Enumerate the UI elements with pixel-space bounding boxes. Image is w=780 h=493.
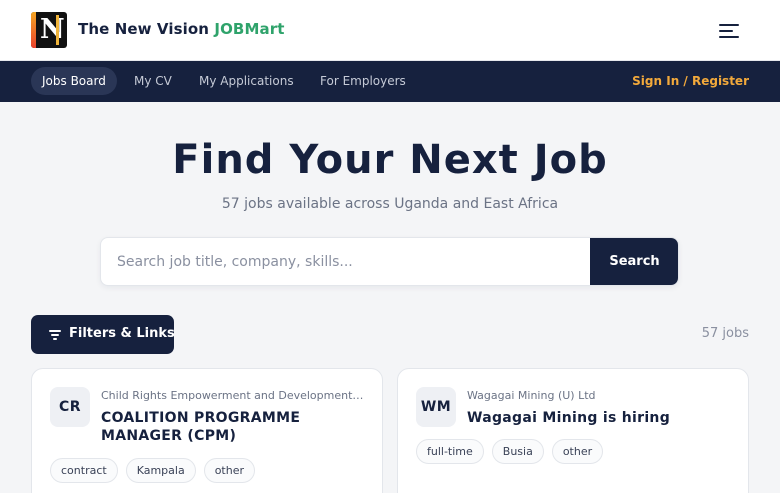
company-name: Child Rights Empowerment and Development…: [101, 389, 365, 402]
filter-lines-icon: [49, 329, 61, 340]
top-bar: N The New Vision JOBMart: [0, 0, 780, 61]
nav-item-for-employers[interactable]: For Employers: [309, 67, 417, 95]
brand-name-accent: JOBMart: [214, 20, 285, 38]
logo-color-stripe: [31, 12, 36, 48]
job-card[interactable]: CR Child Rights Empowerment and Developm…: [31, 368, 383, 493]
logo-accent-bar: [56, 15, 59, 45]
tag-job-type[interactable]: full-time: [416, 439, 484, 464]
logo-letter: N: [40, 14, 65, 45]
job-tags: contract Kampala other: [50, 458, 255, 483]
job-tags: full-time Busia other: [416, 439, 604, 464]
search-input[interactable]: [101, 238, 590, 285]
brand-name-main: The New Vision: [78, 20, 215, 38]
tag-category[interactable]: other: [203, 458, 255, 483]
jobs-available-subtitle: 57 jobs available across Uganda and East…: [221, 196, 559, 212]
sign-in-register-link[interactable]: Sign In / Register: [632, 74, 749, 88]
job-title[interactable]: COALITION PROGRAMME MANAGER (CPM): [101, 409, 351, 445]
tag-location[interactable]: Kampala: [125, 458, 196, 483]
new-vision-logo[interactable]: N: [31, 12, 67, 48]
brand-name[interactable]: The New Vision JOBMart: [78, 20, 284, 38]
filters-links-button[interactable]: Filters & Links: [31, 315, 175, 354]
company-name: Wagagai Mining (U) Ltd: [467, 389, 596, 402]
page-title: Find Your Next Job: [172, 137, 608, 183]
nav-item-my-cv[interactable]: My CV: [123, 67, 183, 95]
filters-links-label: Filters & Links: [69, 326, 175, 341]
search-bar: Search: [100, 237, 679, 286]
search-button[interactable]: Search: [590, 238, 678, 285]
job-count: 57 jobs: [701, 326, 749, 341]
tag-location[interactable]: Busia: [491, 439, 544, 464]
tag-job-type[interactable]: contract: [50, 458, 118, 483]
main-nav: Jobs Board My CV My Applications For Emp…: [0, 61, 780, 102]
company-avatar: CR: [50, 387, 90, 427]
company-avatar: WM: [416, 387, 456, 427]
job-title[interactable]: Wagagai Mining is hiring: [467, 409, 731, 427]
job-card[interactable]: WM Wagagai Mining (U) Ltd Wagagai Mining…: [397, 368, 749, 493]
tag-category[interactable]: other: [551, 439, 604, 464]
hamburger-menu-icon[interactable]: [719, 22, 739, 39]
nav-item-jobs-board[interactable]: Jobs Board: [31, 67, 117, 95]
nav-item-my-applications[interactable]: My Applications: [188, 67, 305, 95]
